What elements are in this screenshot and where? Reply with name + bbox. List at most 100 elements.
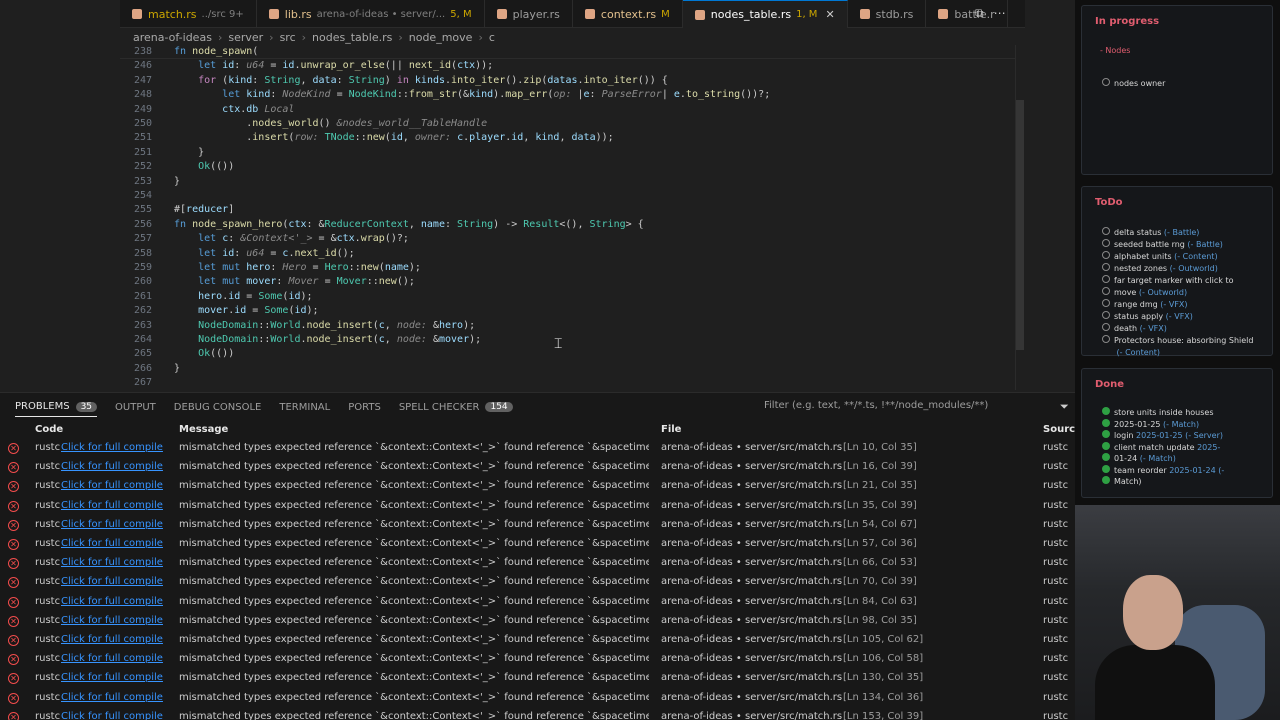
close-icon[interactable]: ✕ [825,8,834,21]
breadcrumb-item[interactable]: node_move [409,31,473,44]
card-done: Done store units inside houses 2025-01-25… [1081,368,1273,498]
panel-tab-ports[interactable]: PORTS [348,401,381,417]
code-editor[interactable]: 238 fn node_spawn(246 let id: u64 = id.un… [120,45,1015,390]
circle-icon [1102,263,1110,271]
kanban-item[interactable]: far target marker with click to [1102,275,1233,287]
breadcrumb-item[interactable]: arena-of-ideas [133,31,212,44]
webcam-person [1123,575,1183,650]
split-editor-icon[interactable]: ⧉ [975,6,984,21]
problem-link[interactable]: Click for full compile [61,653,173,664]
problems-header: Code Message File Source [0,421,1082,439]
more-actions-icon[interactable]: ⋯ [994,6,1006,21]
filter-icon[interactable]: ⏷ [1060,400,1069,414]
problem-link[interactable]: Click for full compile [61,461,173,472]
problem-location: [Ln 10, Col 35] [843,442,917,453]
tab-stdb-rs[interactable]: stdb.rs [848,0,927,28]
tab-match-rs[interactable]: match.rs ../src 9+ [120,0,257,28]
kanban-item[interactable]: status apply (- VFX) [1102,311,1193,323]
problem-message: mismatched types expected reference `&co… [179,461,649,473]
tab-player-rs[interactable]: player.rs [485,0,573,28]
tab-context-rs[interactable]: context.rs M [573,0,683,28]
column-code[interactable]: Code [35,424,63,435]
code-line: 261 hero.id = Some(id); [120,290,1015,304]
kanban-item-tag: 2025-01-25 (- Server) [1133,431,1223,440]
kanban-item[interactable]: Protectors house: absorbing Shield [1102,335,1253,347]
problem-row[interactable]: ✕ rustc Click for full compile mismatched t… [0,535,1080,554]
code-text: ctx.db Local [222,103,295,115]
breadcrumb-item[interactable]: nodes_table.rs [312,31,392,44]
panel-tab-output[interactable]: OUTPUT [115,401,156,417]
problem-location: [Ln 84, Col 63] [843,595,917,607]
tab-description: ../src 9+ [201,8,244,20]
problem-link[interactable]: Click for full compile [61,615,173,626]
kanban-item[interactable]: delta status (- Battle) [1102,227,1199,239]
kanban-item[interactable]: alphabet units (- Content) [1102,251,1218,263]
panel-tab-terminal[interactable]: TERMINAL [279,401,330,417]
kanban-item[interactable]: death (- VFX) [1102,323,1167,335]
panel-tab-debug-console[interactable]: DEBUG CONSOLE [174,401,262,417]
problem-row[interactable]: ✕ rustc Click for full compile mismatched t… [0,554,1080,573]
kanban-item[interactable]: nested zones (- Outworld) [1102,263,1218,275]
kanban-item[interactable]: login 2025-01-25 (- Server) [1102,430,1223,442]
kanban-item[interactable]: (- Content) [1102,347,1161,359]
problem-link[interactable]: Click for full compile [61,519,173,530]
problem-link[interactable]: Click for full compile [61,596,173,607]
kanban-item[interactable]: store units inside houses [1102,407,1214,419]
problem-row[interactable]: ✕ rustc Click for full compile mismatched t… [0,439,1080,458]
kanban-item[interactable]: Match) [1102,476,1142,488]
kanban-item[interactable]: range dmg (- VFX) [1102,299,1188,311]
code-text: let id: u64 = c.next_id(); [198,247,355,259]
problem-link[interactable]: Click for full compile [61,480,173,491]
problem-row[interactable]: ✕ rustc Click for full compile mismatched t… [0,631,1080,650]
problem-link[interactable]: Click for full compile [61,672,173,683]
breadcrumb-item[interactable]: c [489,31,495,44]
editor-scroll-thumb[interactable] [1016,100,1024,350]
problem-row[interactable]: ✕ rustc Click for full compile mismatched t… [0,593,1080,612]
problems-filter-input[interactable]: Filter (e.g. text, **/*.ts, !**/node_mod… [756,396,1076,416]
problem-row[interactable]: ✕ rustc Click for full compile mismatched t… [0,708,1080,720]
problem-row[interactable]: ✕ rustc Click for full compile mismatched t… [0,669,1080,688]
problem-link[interactable]: Click for full compile [61,538,173,549]
kanban-item[interactable]: move (- Outworld) [1102,287,1187,299]
tab-lib-rs[interactable]: lib.rs arena-of-ideas • server/... 5, M [257,0,485,28]
breadcrumb-item[interactable]: src [280,31,296,44]
code-line: 251 .insert(row: TNode::new(id, owner: c… [120,131,1015,145]
line-number: 252 [133,161,152,173]
problem-file: arena-of-ideas • server/src/match.rs [661,538,843,549]
problem-code: rustc [35,442,61,453]
column-file[interactable]: File [661,424,681,435]
todo-title: ToDo [1095,197,1123,208]
problem-row[interactable]: ✕ rustc Click for full compile mismatched t… [0,612,1080,631]
problem-row[interactable]: ✕ rustc Click for full compile mismatched t… [0,497,1080,516]
panel-tab-problems[interactable]: PROBLEMS 35 [15,401,98,417]
panel-tab-spell-checker[interactable]: SPELL CHECKER 154 [399,401,513,417]
error-icon: ✕ [8,654,19,666]
kanban-item-text: team reorder [1114,465,1167,475]
problem-row[interactable]: ✕ rustc Click for full compile mismatched t… [0,458,1080,477]
problem-link[interactable]: Click for full compile [61,557,173,568]
problem-link[interactable]: Click for full compile [61,711,173,720]
check-circle-icon [1102,430,1110,438]
problem-link[interactable]: Click for full compile [61,692,173,703]
kanban-item-text: far target marker with click to [1114,276,1234,285]
problem-link[interactable]: Click for full compile [61,634,173,645]
tab-nodes_table-rs[interactable]: nodes_table.rs 1, M ✕ [682,0,848,28]
kanban-item[interactable]: client match update 2025- [1102,441,1220,454]
kanban-item[interactable]: nodes owner [1102,78,1165,90]
problem-row[interactable]: ✕ rustc Click for full compile mismatched t… [0,650,1080,669]
problem-file: arena-of-ideas • server/src/match.rs [661,480,843,492]
breadcrumb-item[interactable]: server [228,31,263,44]
kanban-item[interactable]: seeded battle rng (- Battle) [1102,239,1223,251]
kanban-item[interactable]: 2025-01-25 (- Match) [1102,418,1199,431]
problem-row[interactable]: ✕ rustc Click for full compile mismatched t… [0,573,1080,592]
line-number: 254 [133,190,152,201]
problem-row[interactable]: ✕ rustc Click for full compile mismatched t… [0,689,1080,708]
problem-row[interactable]: ✕ rustc Click for full compile mismatched t… [0,477,1080,496]
kanban-item[interactable]: team reorder 2025-01-24 (- [1102,464,1224,477]
column-message[interactable]: Message [179,424,228,435]
problem-link[interactable]: Click for full compile [61,442,173,453]
problem-row[interactable]: ✕ rustc Click for full compile mismatched t… [0,516,1080,535]
problem-link[interactable]: Click for full compile [61,576,173,587]
kanban-item[interactable]: 01-24 (- Match) [1102,453,1176,465]
problem-link[interactable]: Click for full compile [61,500,173,511]
